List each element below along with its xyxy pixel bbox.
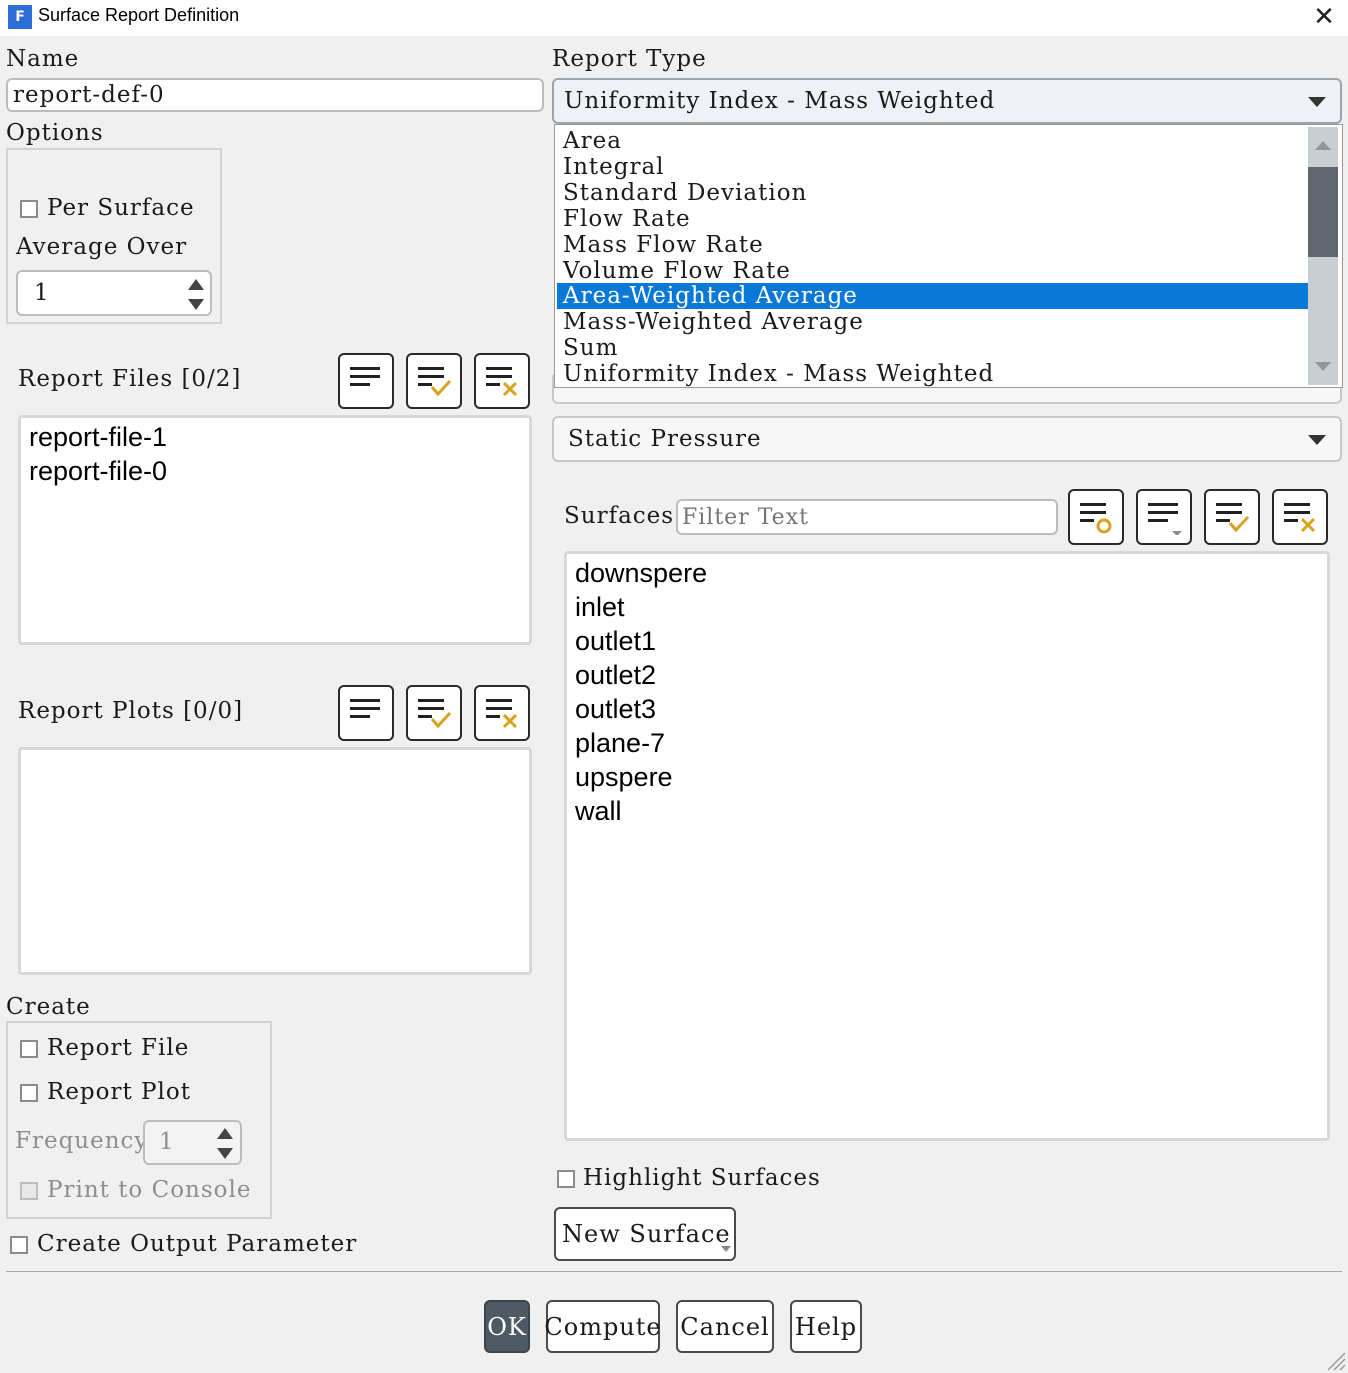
report-plots-label: Report Plots [0/0]: [18, 698, 244, 724]
option-sum[interactable]: Sum: [557, 335, 1308, 361]
report-plot-checkbox[interactable]: [20, 1084, 38, 1102]
report-file-label: Report File: [47, 1035, 190, 1061]
list-item[interactable]: outlet1: [575, 624, 656, 658]
list-item[interactable]: report-file-0: [29, 454, 167, 488]
options-label: Options: [6, 120, 104, 146]
create-output-parameter-label: Create Output Parameter: [37, 1231, 358, 1257]
report-type-value: Uniformity Index - Mass Weighted: [564, 88, 996, 114]
new-surface-label: New Surface: [562, 1220, 731, 1248]
list-filter-icon: [1080, 503, 1112, 534]
deselect-all-icon: [1284, 503, 1316, 533]
frequency-value: 1: [159, 1129, 175, 1155]
create-output-parameter-checkbox[interactable]: [10, 1236, 28, 1254]
spinner-arrows-icon[interactable]: [186, 276, 206, 312]
scroll-down-icon[interactable]: [1314, 361, 1332, 373]
chevron-down-icon: [1308, 97, 1326, 107]
divider: [6, 1271, 1342, 1272]
close-icon[interactable]: ✕: [1306, 2, 1342, 32]
print-to-console-label: Print to Console: [47, 1177, 252, 1203]
deselect-all-icon: [486, 699, 518, 729]
report-files-list[interactable]: report-file-1 report-file-0: [18, 415, 532, 645]
report-files-deselect-all-button[interactable]: [474, 353, 530, 409]
help-button[interactable]: Help: [790, 1300, 862, 1353]
option-mass-flow-rate[interactable]: Mass Flow Rate: [557, 232, 1308, 258]
report-plots-list[interactable]: [18, 747, 532, 975]
new-surface-button[interactable]: New Surface: [554, 1207, 736, 1261]
scrollbar-thumb[interactable]: [1308, 167, 1338, 257]
option-mass-weighted-average[interactable]: Mass-Weighted Average: [557, 309, 1308, 335]
surfaces-select-all-button[interactable]: [1204, 489, 1260, 545]
field-variable-dropdown[interactable]: Static Pressure: [552, 416, 1342, 462]
select-all-icon: [1216, 503, 1250, 533]
name-value: report-def-0: [13, 82, 165, 108]
select-all-icon: [418, 367, 452, 397]
option-integral[interactable]: Integral: [557, 154, 1308, 180]
deselect-all-icon: [486, 367, 518, 397]
highlight-surfaces-checkbox[interactable]: [557, 1170, 575, 1188]
option-area-weighted-average[interactable]: Area-Weighted Average: [557, 283, 1308, 309]
list-icon: [350, 367, 380, 386]
app-icon: F: [8, 5, 32, 29]
list-icon: [350, 699, 380, 718]
option-volume-flow-rate[interactable]: Volume Flow Rate: [557, 258, 1308, 284]
ok-button[interactable]: OK: [484, 1300, 530, 1353]
average-over-spinner[interactable]: 1: [16, 270, 212, 316]
list-item[interactable]: wall: [575, 794, 622, 828]
list-item[interactable]: downspere: [575, 556, 707, 590]
field-variable-value: Static Pressure: [568, 426, 762, 452]
report-files-select-all-button[interactable]: [406, 353, 462, 409]
scrollbar-track[interactable]: [1308, 127, 1338, 385]
report-type-label: Report Type: [552, 46, 707, 72]
report-plots-deselect-all-button[interactable]: [474, 685, 530, 741]
option-area[interactable]: Area: [557, 128, 1308, 154]
select-all-icon: [418, 699, 452, 729]
surfaces-list[interactable]: downspere inlet outlet1 outlet2 outlet3 …: [564, 551, 1330, 1141]
list-item[interactable]: plane-7: [575, 726, 665, 760]
option-standard-deviation[interactable]: Standard Deviation: [557, 180, 1308, 206]
report-type-dropdown[interactable]: Uniformity Index - Mass Weighted: [552, 78, 1342, 124]
cancel-button[interactable]: Cancel: [676, 1300, 774, 1353]
report-file-checkbox[interactable]: [20, 1040, 38, 1058]
list-dropdown-icon: [1148, 503, 1182, 535]
report-plots-select-button[interactable]: [338, 685, 394, 741]
report-files-select-button[interactable]: [338, 353, 394, 409]
chevron-down-icon: [1308, 435, 1326, 445]
scroll-up-icon[interactable]: [1314, 139, 1332, 151]
spinner-arrows-icon[interactable]: [215, 1125, 235, 1161]
name-label: Name: [6, 46, 80, 72]
name-input[interactable]: report-def-0: [6, 78, 544, 112]
surfaces-label: Surfaces: [564, 503, 675, 529]
option-uniformity-index-mass-weighted[interactable]: Uniformity Index - Mass Weighted: [557, 361, 1308, 387]
report-type-options-list[interactable]: Area Integral Standard Deviation Flow Ra…: [554, 124, 1343, 388]
print-to-console-checkbox[interactable]: [20, 1182, 38, 1200]
report-files-label: Report Files [0/2]: [18, 366, 242, 392]
option-flow-rate[interactable]: Flow Rate: [557, 206, 1308, 232]
frequency-label: Frequency: [15, 1128, 149, 1154]
window-title: Surface Report Definition: [38, 5, 240, 25]
list-item[interactable]: outlet2: [575, 658, 656, 692]
average-over-value: 1: [34, 280, 50, 306]
highlight-surfaces-label: Highlight Surfaces: [583, 1165, 821, 1191]
surfaces-filter-input[interactable]: [676, 499, 1058, 535]
average-over-label: Average Over: [16, 234, 188, 260]
list-item[interactable]: outlet3: [575, 692, 656, 726]
surfaces-group-button[interactable]: [1136, 489, 1192, 545]
surfaces-select-by-type-button[interactable]: [1068, 489, 1124, 545]
resize-grip-icon[interactable]: [1326, 1351, 1346, 1371]
surfaces-deselect-all-button[interactable]: [1272, 489, 1328, 545]
list-item[interactable]: report-file-1: [29, 420, 167, 454]
compute-button[interactable]: Compute: [544, 1300, 661, 1353]
create-label: Create: [6, 994, 91, 1020]
per-surface-checkbox[interactable]: [20, 200, 38, 218]
report-plots-select-all-button[interactable]: [406, 685, 462, 741]
chevron-down-icon: [721, 1246, 731, 1252]
per-surface-label: Per Surface: [47, 195, 195, 221]
report-plot-label: Report Plot: [47, 1079, 191, 1105]
list-item[interactable]: upspere: [575, 760, 673, 794]
list-item[interactable]: inlet: [575, 590, 625, 624]
frequency-spinner[interactable]: 1: [143, 1120, 242, 1165]
